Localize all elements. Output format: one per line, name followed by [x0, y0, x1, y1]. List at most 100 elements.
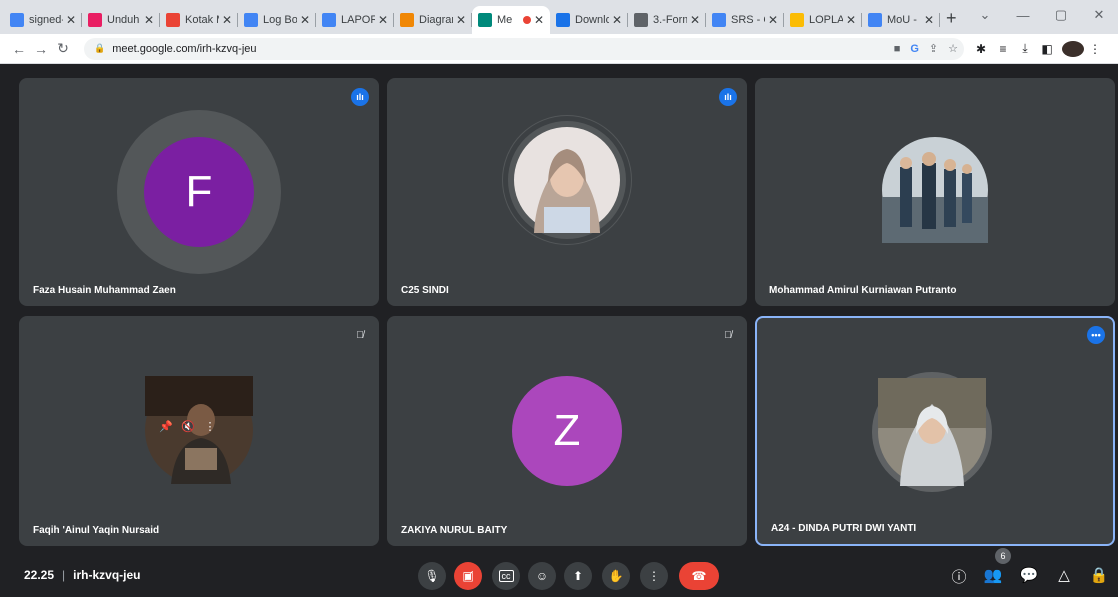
chat-icon[interactable]: 💬: [1018, 566, 1040, 584]
mic-off-icon: 🎙̸: [356, 329, 364, 341]
pin-icon[interactable]: 📌: [155, 420, 177, 433]
browser-tab-label: Diagram: [419, 14, 453, 26]
browser-tab[interactable]: Me ✕: [472, 6, 550, 34]
participant-tile[interactable]: ılı C25 SINDI: [387, 78, 747, 306]
docs-icon: [712, 13, 726, 27]
close-tab-icon[interactable]: ✕: [378, 13, 388, 27]
more-options-button[interactable]: ⋮: [640, 562, 668, 590]
close-tab-icon[interactable]: ✕: [144, 13, 154, 27]
activities-icon[interactable]: △: [1053, 566, 1075, 584]
meeting-info-icon[interactable]: ⓘ: [948, 566, 970, 587]
browser-toolbar: ← → ↻ 🔒 meet.google.com/irh-kzvq-jeu ■ G…: [0, 34, 1118, 64]
browser-tab[interactable]: 3.-Form ✕: [628, 6, 706, 34]
more-vert-icon: ⋮: [648, 569, 660, 583]
extensions-bar: ✱ ≡ ⤓ ◧ ⋮: [970, 40, 1106, 57]
restore-icon[interactable]: ▢: [1042, 7, 1080, 23]
profile-avatar[interactable]: [1062, 40, 1084, 57]
browser-tab[interactable]: Unduh ✕: [82, 6, 160, 34]
more-options-icon[interactable]: •••: [1087, 326, 1105, 344]
downloads-icon[interactable]: ⤓: [1014, 41, 1036, 56]
browser-tab-strip: signed-✕Unduh✕Kotak M✕Log Boo✕LAPORA✕Dia…: [0, 0, 1118, 34]
speaking-indicator-icon: ılı: [351, 88, 369, 106]
close-tab-icon[interactable]: ✕: [690, 13, 700, 27]
avatar-initial: Z: [553, 406, 581, 455]
close-window-icon[interactable]: ✕: [1080, 7, 1118, 23]
browser-tab[interactable]: SRS - G✕: [706, 6, 784, 34]
present-button[interactable]: ⬆: [564, 562, 592, 590]
avatar-initial: F: [185, 167, 213, 216]
participant-tile[interactable]: F ılı Faza Husain Muhammad Zaen: [19, 78, 379, 306]
more-options-icon[interactable]: ⋮: [199, 420, 221, 433]
close-tab-icon[interactable]: ✕: [612, 13, 622, 27]
participant-tile[interactable]: ••• A24 - DINDA PUTRI DWI YANTI: [755, 316, 1115, 546]
emoji-icon: ☺: [535, 569, 549, 583]
people-icon[interactable]: 👥: [982, 566, 1004, 584]
browser-tab[interactable]: Kotak M✕: [160, 6, 238, 34]
share-icon[interactable]: ⇪: [929, 42, 938, 55]
captions-button[interactable]: cc: [492, 562, 520, 590]
mute-participant-icon[interactable]: 🔇: [177, 420, 199, 433]
url-text: meet.google.com/irh-kzvq-jeu: [112, 42, 257, 55]
close-tab-icon[interactable]: ✕: [534, 13, 544, 27]
google-translate-icon[interactable]: G: [910, 43, 919, 55]
browser-tab[interactable]: Diagram✕: [394, 6, 472, 34]
avatar: F: [144, 137, 254, 247]
participant-name: A24 - DINDA PUTRI DWI YANTI: [771, 523, 917, 534]
new-tab-button[interactable]: +: [946, 8, 957, 29]
camera-button[interactable]: ▣̸: [454, 562, 482, 590]
captions-icon: cc: [498, 570, 514, 582]
browser-tab-label: Me: [497, 14, 513, 26]
globe-icon: [634, 13, 648, 27]
raise-hand-button[interactable]: ✋: [602, 562, 630, 590]
participant-tile[interactable]: Mohammad Amirul Kurniawan Putranto: [755, 78, 1115, 306]
side-panel-icon[interactable]: ◧: [1036, 42, 1058, 56]
participant-tile[interactable]: 🎙̸ Z ZAKIYA NURUL BAITY: [387, 316, 747, 546]
minimize-icon[interactable]: —: [1004, 8, 1042, 23]
participant-count-badge: 6: [995, 548, 1011, 564]
speaking-indicator-icon: ılı: [719, 88, 737, 106]
host-controls-icon[interactable]: 🔒: [1088, 566, 1110, 584]
reactions-button[interactable]: ☺: [528, 562, 556, 590]
back-icon[interactable]: ←: [8, 41, 30, 57]
bookmark-star-icon[interactable]: ☆: [948, 42, 958, 55]
close-tab-icon[interactable]: ✕: [300, 13, 310, 27]
drive-icon: [790, 13, 804, 27]
browser-tab[interactable]: Log Boo✕: [238, 6, 316, 34]
avatar: [878, 378, 986, 486]
omnibox-actions: ■ G ⇪ ☆: [884, 42, 964, 56]
camera-off-icon: ▣̸: [462, 569, 474, 583]
close-tab-icon[interactable]: ✕: [222, 13, 232, 27]
docs-icon: [322, 13, 336, 27]
browser-tab[interactable]: signed- ✕: [4, 6, 82, 34]
forward-icon[interactable]: →: [30, 41, 52, 57]
close-tab-icon[interactable]: ✕: [924, 13, 934, 27]
leave-call-button[interactable]: ☎: [679, 562, 719, 590]
close-tab-icon[interactable]: ✕: [456, 13, 466, 27]
address-bar[interactable]: 🔒 meet.google.com/irh-kzvq-jeu ■ G ⇪ ☆: [84, 37, 964, 60]
browser-tab[interactable]: LOPLAC✕: [784, 6, 862, 34]
reload-icon[interactable]: ↻: [52, 40, 74, 57]
mic-icon: 🎙: [424, 569, 440, 583]
close-tab-icon[interactable]: ✕: [66, 13, 76, 27]
chevron-down-icon[interactable]: ⌄: [966, 7, 1004, 23]
lock-icon[interactable]: 🔒: [94, 43, 105, 54]
menu-kebab-icon[interactable]: ⋮: [1084, 42, 1106, 56]
browser-tab-label: LOPLAC: [809, 14, 843, 26]
window-controls: ⌄ — ▢ ✕: [966, 0, 1118, 30]
close-tab-icon[interactable]: ✕: [768, 13, 778, 27]
avatar: Z: [512, 376, 622, 486]
browser-tab[interactable]: LAPORA✕: [316, 6, 394, 34]
present-screen-icon: ⬆: [572, 569, 584, 583]
extensions-icon[interactable]: ✱: [970, 42, 992, 56]
browser-tab-label: Unduh: [107, 14, 140, 26]
browser-tab[interactable]: MoU - ✕: [862, 6, 940, 34]
microphone-button[interactable]: 🎙: [418, 562, 446, 590]
reading-list-icon[interactable]: ≡: [992, 42, 1014, 56]
drawio-icon: [400, 13, 414, 27]
mic-off-icon: 🎙̸: [724, 329, 732, 341]
download-icon: [556, 13, 570, 27]
participant-tile[interactable]: 🎙̸ 📌 🔇 ⋮ Faqih 'Ainul Yaqin Nursaid: [19, 316, 379, 546]
browser-tab[interactable]: Downlo ✕: [550, 6, 628, 34]
camera-in-use-icon[interactable]: ■: [894, 43, 901, 55]
close-tab-icon[interactable]: ✕: [846, 13, 856, 27]
